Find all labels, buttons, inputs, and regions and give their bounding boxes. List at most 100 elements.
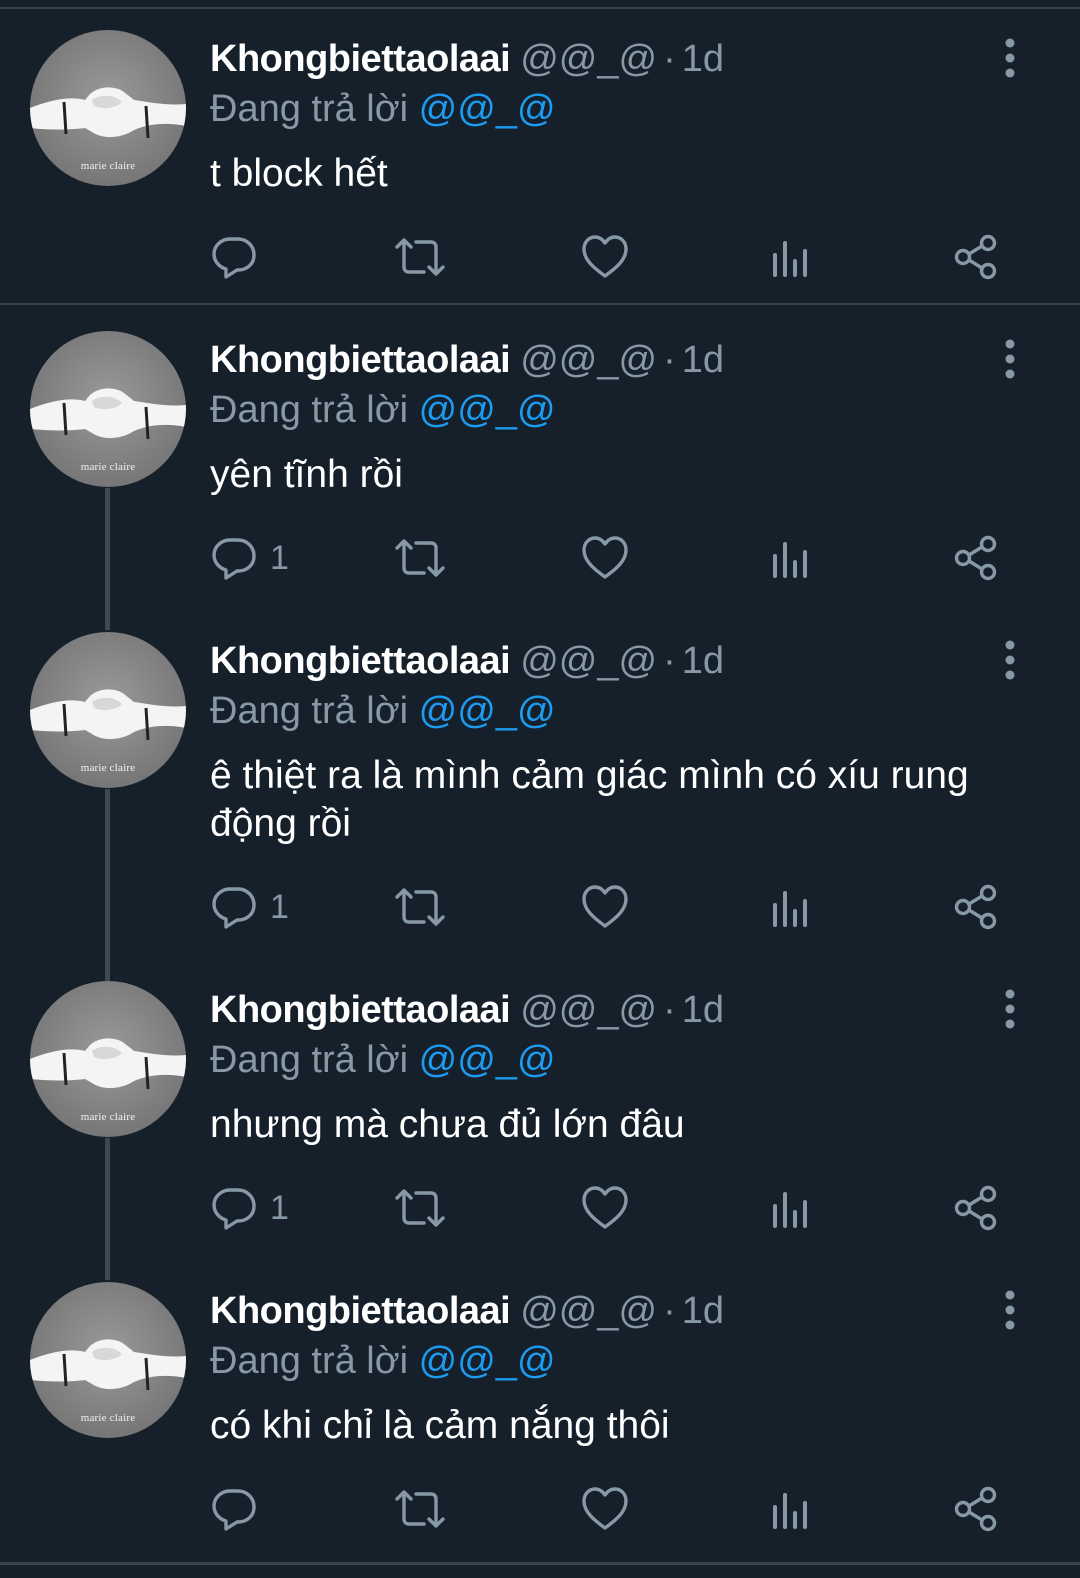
share-button[interactable] (952, 882, 1000, 932)
timestamp[interactable]: 1d (682, 38, 724, 80)
avatar[interactable]: marie claire (30, 30, 186, 186)
retweet-button[interactable] (392, 882, 448, 932)
mention-link[interactable]: @@_@ (419, 690, 556, 732)
author-handle[interactable]: @@_@ (520, 339, 657, 381)
views-icon (770, 1184, 810, 1232)
like-button[interactable] (580, 1484, 630, 1534)
views-button[interactable] (770, 232, 810, 282)
retweet-button[interactable] (392, 533, 448, 583)
avatar[interactable]: marie claire (30, 981, 186, 1137)
replying-to: Đang trả lời @@_@ (210, 688, 556, 734)
more-options-icon[interactable] (1000, 38, 1020, 78)
reply-icon (210, 883, 258, 931)
views-button[interactable] (770, 533, 810, 583)
views-button[interactable] (770, 882, 810, 932)
mention-link[interactable]: @@_@ (419, 1039, 556, 1081)
more-options-icon[interactable] (1000, 640, 1020, 680)
replying-label: Đang trả lời (210, 389, 409, 431)
views-button[interactable] (770, 1183, 810, 1233)
mention-link[interactable]: @@_@ (419, 389, 556, 431)
replying-to: Đang trả lời @@_@ (210, 1338, 556, 1384)
reply-icon (210, 1184, 258, 1232)
tweet-text: nhưng mà chưa đủ lớn đâu (210, 1103, 685, 1146)
author-name[interactable]: Khongbiettaolaai (210, 339, 511, 381)
views-button[interactable] (770, 1484, 810, 1534)
thread-connector (105, 789, 110, 981)
retweet-icon (392, 1485, 448, 1533)
avatar-brand: marie claire (80, 461, 136, 473)
separator: · (663, 38, 676, 80)
more-options-icon[interactable] (1000, 989, 1020, 1029)
retweet-button[interactable] (392, 1484, 448, 1534)
tweet-header: Khongbiettaolaai @@_@ · 1d (210, 36, 724, 82)
timestamp[interactable]: 1d (682, 640, 724, 682)
share-icon (952, 1485, 1000, 1533)
reply-icon (210, 1485, 258, 1533)
retweet-button[interactable] (392, 1183, 448, 1233)
views-icon (770, 233, 810, 281)
share-button[interactable] (952, 232, 1000, 282)
avatar-brand: marie claire (80, 1412, 136, 1424)
tweet-header: Khongbiettaolaai @@_@ · 1d (210, 987, 724, 1033)
avatar[interactable]: marie claire (30, 632, 186, 788)
replying-label: Đang trả lời (210, 88, 409, 130)
share-icon (952, 233, 1000, 281)
retweet-icon (392, 883, 448, 931)
like-icon (580, 1184, 630, 1232)
retweet-icon (392, 1184, 448, 1232)
like-icon (580, 883, 630, 931)
avatar[interactable]: marie claire (30, 331, 186, 487)
separator: · (663, 1290, 676, 1332)
timestamp[interactable]: 1d (682, 989, 724, 1031)
bottom-divider (0, 1562, 1080, 1565)
author-handle[interactable]: @@_@ (520, 1290, 657, 1332)
views-icon (770, 883, 810, 931)
avatar[interactable]: marie claire (30, 1282, 186, 1438)
author-name[interactable]: Khongbiettaolaai (210, 640, 511, 682)
separator: · (663, 339, 676, 381)
author-handle[interactable]: @@_@ (520, 38, 657, 80)
retweet-button[interactable] (392, 232, 448, 282)
tweet-text: có khi chỉ là cảm nắng thôi (210, 1404, 670, 1447)
author-name[interactable]: Khongbiettaolaai (210, 1290, 511, 1332)
like-button[interactable] (580, 533, 630, 583)
reply-icon (210, 534, 258, 582)
replying-to: Đang trả lời @@_@ (210, 1037, 556, 1083)
reply-button[interactable]: 1 (210, 882, 289, 932)
mention-link[interactable]: @@_@ (419, 88, 556, 130)
reply-count: 1 (270, 538, 289, 577)
replying-label: Đang trả lời (210, 690, 409, 732)
like-icon (580, 1485, 630, 1533)
author-name[interactable]: Khongbiettaolaai (210, 38, 511, 80)
author-handle[interactable]: @@_@ (520, 989, 657, 1031)
share-button[interactable] (952, 1484, 1000, 1534)
share-button[interactable] (952, 533, 1000, 583)
timestamp[interactable]: 1d (682, 339, 724, 381)
author-name[interactable]: Khongbiettaolaai (210, 989, 511, 1031)
tweet-text: yên tĩnh rồi (210, 453, 403, 496)
views-icon (770, 1485, 810, 1533)
more-options-icon[interactable] (1000, 1290, 1020, 1330)
like-icon (580, 534, 630, 582)
tweet-actions (210, 1484, 1010, 1534)
tweet-actions: 1 (210, 533, 1010, 583)
like-button[interactable] (580, 1183, 630, 1233)
author-handle[interactable]: @@_@ (520, 640, 657, 682)
share-button[interactable] (952, 1183, 1000, 1233)
reply-button[interactable]: 1 (210, 1183, 289, 1233)
tweet-actions: 1 (210, 1183, 1010, 1233)
avatar-brand: marie claire (80, 160, 136, 172)
like-button[interactable] (580, 232, 630, 282)
share-icon (952, 883, 1000, 931)
reply-button[interactable] (210, 232, 270, 282)
like-button[interactable] (580, 882, 630, 932)
replying-label: Đang trả lời (210, 1340, 409, 1382)
reply-button[interactable]: 1 (210, 533, 289, 583)
timestamp[interactable]: 1d (682, 1290, 724, 1332)
mention-link[interactable]: @@_@ (419, 1340, 556, 1382)
retweet-icon (392, 534, 448, 582)
reply-button[interactable] (210, 1484, 270, 1534)
retweet-icon (392, 233, 448, 281)
thread-connector (105, 488, 110, 630)
more-options-icon[interactable] (1000, 339, 1020, 379)
